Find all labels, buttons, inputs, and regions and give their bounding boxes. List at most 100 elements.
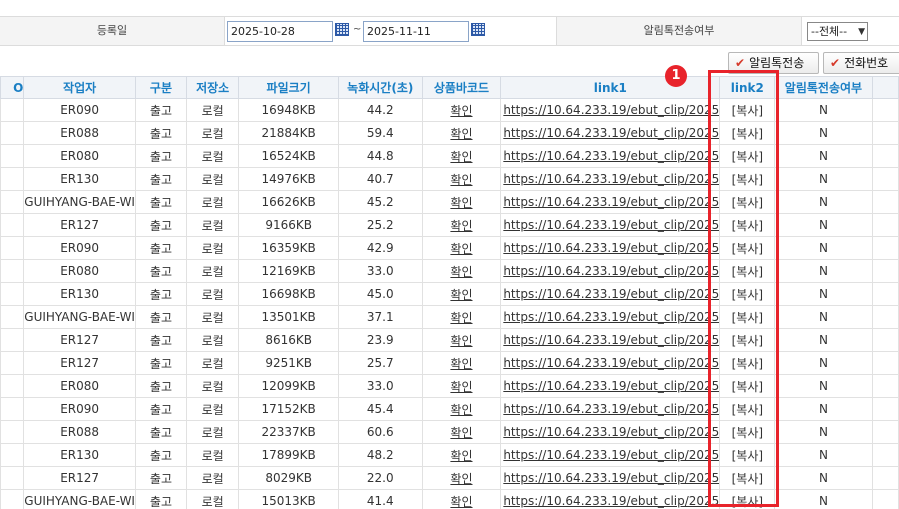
table-row[interactable]: ER080 출고 로컬 12169KB 33.0 확인 https://10.64.233.… bbox=[0, 259, 899, 283]
link2-copy-button[interactable]: [복사] bbox=[719, 236, 776, 260]
barcode-confirm-link[interactable]: 확인 bbox=[450, 495, 472, 509]
table-row[interactable]: GUIHYANG-BAE-WI 출고 로컬 15013KB 41.4 확인 https://… bbox=[0, 489, 899, 509]
column-header[interactable]: 알림톡전송여부 bbox=[774, 76, 873, 99]
table-row[interactable]: ER127 출고 로컬 9166KB 25.2 확인 https://10.64.233.1… bbox=[0, 213, 899, 237]
link2-copy-button[interactable]: [복사] bbox=[719, 305, 776, 329]
table-row[interactable]: ER090 출고 로컬 17152KB 45.4 확인 https://10.64.233.… bbox=[0, 397, 899, 421]
barcode-confirm-link[interactable]: 확인 bbox=[450, 150, 472, 164]
column-header[interactable]: 녹화시간(초) bbox=[337, 76, 423, 99]
link2-copy-button[interactable]: [복사] bbox=[719, 282, 776, 306]
link1-url[interactable]: https://10.64.233.19/ebut_clip/2025 bbox=[503, 448, 719, 462]
link2-copy-button[interactable]: [복사] bbox=[719, 466, 776, 490]
barcode-confirm-link[interactable]: 확인 bbox=[450, 104, 472, 118]
link1-url[interactable]: https://10.64.233.19/ebut_clip/2025 bbox=[503, 241, 719, 255]
link1-url[interactable]: https://10.64.233.19/ebut_clip/2025 bbox=[503, 333, 719, 347]
barcode-confirm-link[interactable]: 확인 bbox=[450, 357, 472, 371]
alimtalk-select[interactable]: --전체-- ▼ bbox=[807, 22, 868, 41]
barcode-confirm-link[interactable]: 확인 bbox=[450, 265, 472, 279]
link1-url[interactable]: https://10.64.233.19/ebut_clip/2025 bbox=[503, 103, 719, 117]
table-row[interactable]: ER130 출고 로컬 16698KB 45.0 확인 https://10.64.233.… bbox=[0, 282, 899, 306]
barcode-confirm-link[interactable]: 확인 bbox=[450, 426, 472, 440]
barcode-confirm-link[interactable]: 확인 bbox=[450, 127, 472, 141]
barcode-confirm-link[interactable]: 확인 bbox=[450, 219, 472, 233]
table-row[interactable]: ER127 출고 로컬 9251KB 25.7 확인 https://10.64.233.1… bbox=[0, 351, 899, 375]
column-header[interactable]: 구분 bbox=[134, 76, 187, 99]
link1-url[interactable]: https://10.64.233.19/ebut_clip/2025 bbox=[503, 310, 719, 324]
link2-copy-button[interactable]: [복사] bbox=[719, 259, 776, 283]
link1-url[interactable]: https://10.64.233.19/ebut_clip/2025 bbox=[503, 379, 719, 393]
link2-copy-button[interactable]: [복사] bbox=[719, 190, 776, 214]
date-from-input[interactable]: 2025-10-28 bbox=[227, 21, 333, 42]
link1-url[interactable]: https://10.64.233.19/ebut_clip/2025 bbox=[503, 218, 719, 232]
send-alimtalk-button[interactable]: ✔ 알림톡전송 bbox=[728, 52, 819, 74]
alimtalk-sent-cell: N bbox=[774, 328, 873, 352]
link1-url[interactable]: https://10.64.233.19/ebut_clip/2025 bbox=[503, 195, 719, 209]
table-row[interactable]: GUIHYANG-BAE-WI 출고 로컬 13501KB 37.1 확인 https://… bbox=[0, 305, 899, 329]
table-row[interactable]: ER080 출고 로컬 12099KB 33.0 확인 https://10.64.233.… bbox=[0, 374, 899, 398]
date-to-input[interactable]: 2025-11-11 bbox=[363, 21, 469, 42]
alimtalk-sent-cell: N bbox=[774, 144, 873, 168]
link1-url[interactable]: https://10.64.233.19/ebut_clip/2025 bbox=[503, 494, 719, 508]
table-row[interactable]: ER090 출고 로컬 16948KB 44.2 확인 https://10.64.233.… bbox=[0, 98, 899, 122]
link1-url[interactable]: https://10.64.233.19/ebut_clip/2025 bbox=[503, 172, 719, 186]
table-row[interactable]: ER088 출고 로컬 22337KB 60.6 확인 https://10.64.233.… bbox=[0, 420, 899, 444]
barcode-cell: 확인 bbox=[421, 282, 502, 306]
alimtalk-sent-cell: N bbox=[774, 98, 873, 122]
link1-url[interactable]: https://10.64.233.19/ebut_clip/2025 bbox=[503, 402, 719, 416]
column-header[interactable]: 작업자 bbox=[23, 76, 136, 99]
link2-copy-button[interactable]: [복사] bbox=[719, 328, 776, 352]
link2-copy-button[interactable]: [복사] bbox=[719, 121, 776, 145]
link2-copy-button[interactable]: [복사] bbox=[719, 213, 776, 237]
table-row[interactable]: ER080 출고 로컬 16524KB 44.8 확인 https://10.64.233.… bbox=[0, 144, 899, 168]
link1-url[interactable]: https://10.64.233.19/ebut_clip/2025 bbox=[503, 264, 719, 278]
calendar-icon[interactable] bbox=[335, 23, 349, 36]
barcode-confirm-link[interactable]: 확인 bbox=[450, 173, 472, 187]
type-cell: 출고 bbox=[134, 351, 187, 375]
link2-copy-button[interactable]: [복사] bbox=[719, 443, 776, 467]
link2-copy-button[interactable]: [복사] bbox=[719, 351, 776, 375]
link1-url[interactable]: https://10.64.233.19/ebut_clip/2025 bbox=[503, 471, 719, 485]
column-header[interactable]: link2 bbox=[719, 76, 776, 99]
table-row[interactable]: ER127 출고 로컬 8616KB 23.9 확인 https://10.64.233.1… bbox=[0, 328, 899, 352]
column-header[interactable]: 저장소 bbox=[185, 76, 240, 99]
link1-url[interactable]: https://10.64.233.19/ebut_clip/2025 bbox=[503, 425, 719, 439]
barcode-confirm-link[interactable]: 확인 bbox=[450, 380, 472, 394]
storage-cell: 로컬 bbox=[185, 397, 240, 421]
column-header[interactable]: 상품바코드 bbox=[421, 76, 502, 99]
phone-number-button[interactable]: ✔ 전화번호 bbox=[823, 52, 899, 74]
link1-url[interactable]: https://10.64.233.19/ebut_clip/2025 bbox=[503, 287, 719, 301]
table-row[interactable]: ER127 출고 로컬 8029KB 22.0 확인 https://10.64.233.1… bbox=[0, 466, 899, 490]
barcode-confirm-link[interactable]: 확인 bbox=[450, 334, 472, 348]
link2-copy-button[interactable]: [복사] bbox=[719, 489, 776, 509]
barcode-confirm-link[interactable]: 확인 bbox=[450, 288, 472, 302]
table-row[interactable]: ER090 출고 로컬 16359KB 42.9 확인 https://10.64.233.… bbox=[0, 236, 899, 260]
link2-copy-button[interactable]: [복사] bbox=[719, 420, 776, 444]
calendar-icon[interactable] bbox=[471, 23, 485, 36]
column-header-blank bbox=[871, 76, 899, 99]
table-row[interactable]: GUIHYANG-BAE-WI 출고 로컬 16626KB 45.2 확인 https://… bbox=[0, 190, 899, 214]
checkbox-cell bbox=[0, 351, 25, 375]
column-header[interactable]: 파일크기 bbox=[238, 76, 339, 99]
link1-cell: https://10.64.233.19/ebut_clip/2025 bbox=[500, 397, 721, 421]
link1-url[interactable]: https://10.64.233.19/ebut_clip/2025 bbox=[503, 126, 719, 140]
barcode-confirm-link[interactable]: 확인 bbox=[450, 196, 472, 210]
column-header[interactable]: O bbox=[0, 76, 25, 99]
link1-url[interactable]: https://10.64.233.19/ebut_clip/2025 bbox=[503, 149, 719, 163]
barcode-confirm-link[interactable]: 확인 bbox=[450, 311, 472, 325]
barcode-confirm-link[interactable]: 확인 bbox=[450, 403, 472, 417]
link2-copy-button[interactable]: [복사] bbox=[719, 397, 776, 421]
link2-copy-button[interactable]: [복사] bbox=[719, 374, 776, 398]
type-cell: 출고 bbox=[134, 328, 187, 352]
barcode-confirm-link[interactable]: 확인 bbox=[450, 472, 472, 486]
table-row[interactable]: ER130 출고 로컬 17899KB 48.2 확인 https://10.64.233.… bbox=[0, 443, 899, 467]
link2-copy-button[interactable]: [복사] bbox=[719, 144, 776, 168]
link1-url[interactable]: https://10.64.233.19/ebut_clip/2025 bbox=[503, 356, 719, 370]
barcode-confirm-link[interactable]: 확인 bbox=[450, 242, 472, 256]
link2-copy-button[interactable]: [복사] bbox=[719, 167, 776, 191]
table-row[interactable]: ER130 출고 로컬 14976KB 40.7 확인 https://10.64.233.… bbox=[0, 167, 899, 191]
date-separator: ~ bbox=[353, 24, 362, 35]
table-row[interactable]: ER088 출고 로컬 21884KB 59.4 확인 https://10.64.233.… bbox=[0, 121, 899, 145]
barcode-confirm-link[interactable]: 확인 bbox=[450, 449, 472, 463]
link2-copy-button[interactable]: [복사] bbox=[719, 98, 776, 122]
column-header[interactable]: link1 bbox=[500, 76, 721, 99]
